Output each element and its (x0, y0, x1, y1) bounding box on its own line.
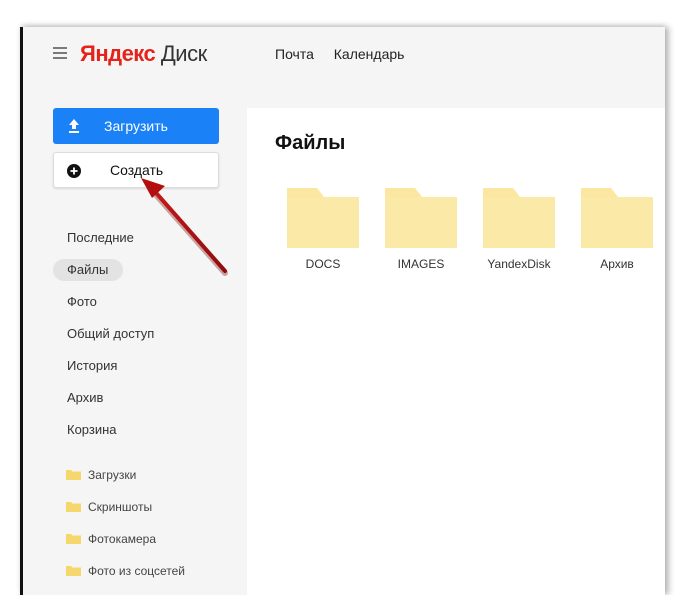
upload-button-label: Загрузить (104, 118, 168, 134)
logo-brand: Яндекс (80, 41, 156, 66)
logo[interactable]: Яндекс Диск (80, 41, 207, 67)
sidebar-item-label: Последние (67, 230, 134, 245)
sidebar-folder-label: Фотокамера (88, 532, 157, 546)
sidebar-folder-label: Загрузки (88, 468, 137, 482)
folder-name: IMAGES (397, 257, 445, 271)
sidebar-item-recent[interactable]: Последние (53, 222, 223, 254)
folder-icon (66, 470, 81, 481)
sidebar-item-label: Архив (67, 390, 104, 405)
folder-docs[interactable]: DOCS (283, 188, 363, 271)
folder-name: DOCS (305, 257, 341, 271)
upload-button[interactable]: Загрузить (53, 108, 219, 144)
sidebar-item-label: Файлы (67, 262, 109, 277)
folder-icon (287, 188, 359, 248)
nav-link-mail[interactable]: Почта (275, 46, 314, 62)
folder-archive[interactable]: Архив (577, 188, 657, 271)
upload-icon (69, 119, 79, 133)
sidebar-item-files[interactable]: Файлы (53, 254, 223, 286)
sidebar-nav: Последние Файлы Фото Общий доступ Истори… (53, 222, 223, 446)
sidebar-folder-social-photos[interactable]: Фото из соцсетей (66, 555, 236, 587)
app-window: Яндекс Диск Почта Календарь Загрузить Со… (20, 27, 665, 595)
create-button-label: Создать (110, 162, 164, 178)
sidebar-item-label: Общий доступ (67, 326, 155, 341)
sidebar-folders: Загрузки Скриншоты Фотокамера Фото из со… (66, 459, 236, 587)
top-nav: Почта Календарь (275, 46, 420, 62)
folder-icon (66, 566, 81, 577)
sidebar-item-shared[interactable]: Общий доступ (53, 318, 223, 350)
sidebar-item-label: История (67, 358, 118, 373)
sidebar-folder-screenshots[interactable]: Скриншоты (66, 491, 236, 523)
sidebar-item-photo[interactable]: Фото (53, 286, 223, 318)
folder-icon (581, 188, 653, 248)
sidebar-folder-label: Фото из соцсетей (88, 564, 186, 578)
sidebar-folder-downloads[interactable]: Загрузки (66, 459, 236, 491)
folder-name: YandexDisk (487, 257, 551, 271)
nav-link-calendar[interactable]: Календарь (334, 46, 405, 62)
sidebar-item-label: Фото (67, 294, 97, 309)
folder-name: Архив (600, 257, 634, 271)
folder-icon (483, 188, 555, 248)
sidebar-item-trash[interactable]: Корзина (53, 414, 223, 446)
logo-service: Диск (160, 41, 207, 66)
frame-left-border (20, 27, 23, 595)
main-content: Файлы DOCS IMAGES YandexDisk Архив (247, 108, 665, 595)
sidebar-item-history[interactable]: История (53, 350, 223, 382)
header: Яндекс Диск Почта Календарь (20, 27, 665, 82)
folder-icon (66, 502, 81, 513)
page-title: Файлы (275, 132, 346, 154)
plus-circle-icon (67, 164, 81, 178)
hamburger-icon[interactable] (53, 47, 67, 59)
sidebar-folder-camera[interactable]: Фотокамера (66, 523, 236, 555)
sidebar-item-archive[interactable]: Архив (53, 382, 223, 414)
sidebar-item-label: Корзина (67, 422, 117, 437)
folder-icon (66, 534, 81, 545)
folder-yandexdisk[interactable]: YandexDisk (479, 188, 559, 271)
folder-icon (385, 188, 457, 248)
create-button[interactable]: Создать (53, 152, 219, 188)
sidebar-folder-label: Скриншоты (88, 500, 153, 514)
folder-images[interactable]: IMAGES (381, 188, 461, 271)
